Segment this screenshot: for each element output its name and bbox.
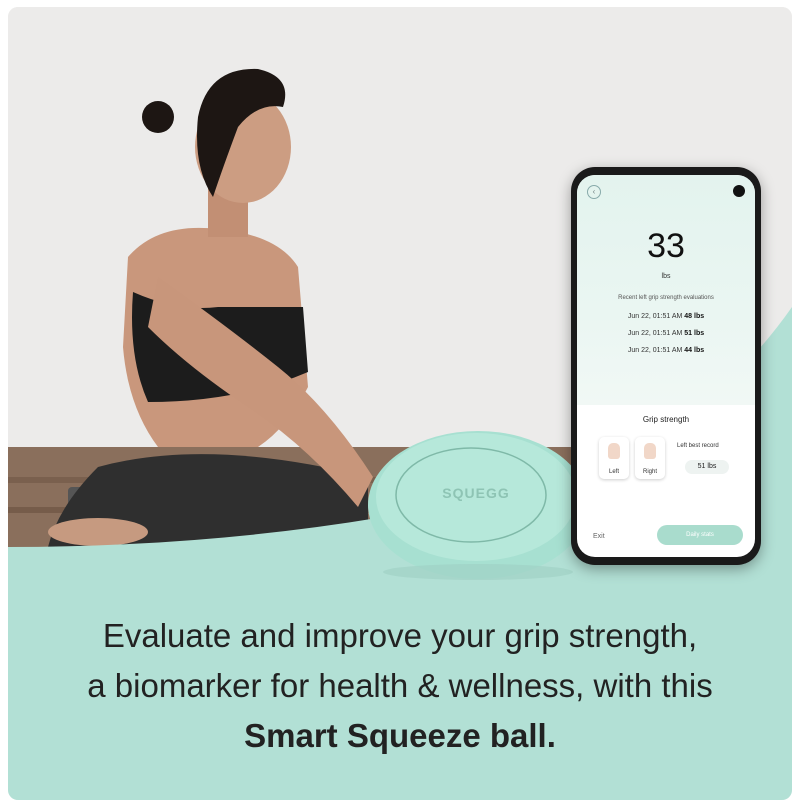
records-title: Recent left grip strength evaluations	[618, 295, 714, 301]
squeegg-logo: SQUEGG	[442, 485, 510, 501]
product-image: SQUEGG ‹ 33 lbs Recent left grip strengt…	[8, 7, 792, 800]
back-icon[interactable]: ‹	[587, 185, 601, 199]
app-screen: ‹ 33 lbs Recent left grip strength evalu…	[577, 175, 755, 557]
caption-line-1: Evaluate and improve your grip strength,	[102, 617, 698, 654]
caption-line-3: Smart Squeeze ball.	[244, 717, 556, 754]
left-hand-option[interactable]: Left	[599, 437, 629, 479]
hand-icon	[608, 443, 620, 459]
record-row: Jun 22, 01:51 AM 48 lbs	[627, 313, 705, 320]
exit-button[interactable]: Exit	[593, 533, 605, 540]
best-record-value: 51 lbs	[685, 460, 729, 474]
app-header-area	[577, 175, 755, 405]
right-hand-option[interactable]: Right	[635, 437, 665, 479]
hand-icon	[644, 443, 656, 459]
camera-icon	[733, 185, 745, 197]
best-record-label: Left best record	[677, 443, 719, 449]
grip-strength-title: Grip strength	[642, 415, 690, 424]
smartphone: ‹ 33 lbs Recent left grip strength evalu…	[571, 167, 761, 565]
reading-unit: lbs	[661, 273, 671, 280]
record-row: Jun 22, 01:51 AM 51 lbs	[627, 330, 705, 337]
caption-line-2: a biomarker for health & wellness, with …	[87, 667, 713, 704]
daily-stats-button[interactable]: Daily stats	[657, 525, 743, 545]
record-row: Jun 22, 01:51 AM 44 lbs	[627, 347, 705, 354]
grip-reading: 33	[647, 227, 685, 265]
